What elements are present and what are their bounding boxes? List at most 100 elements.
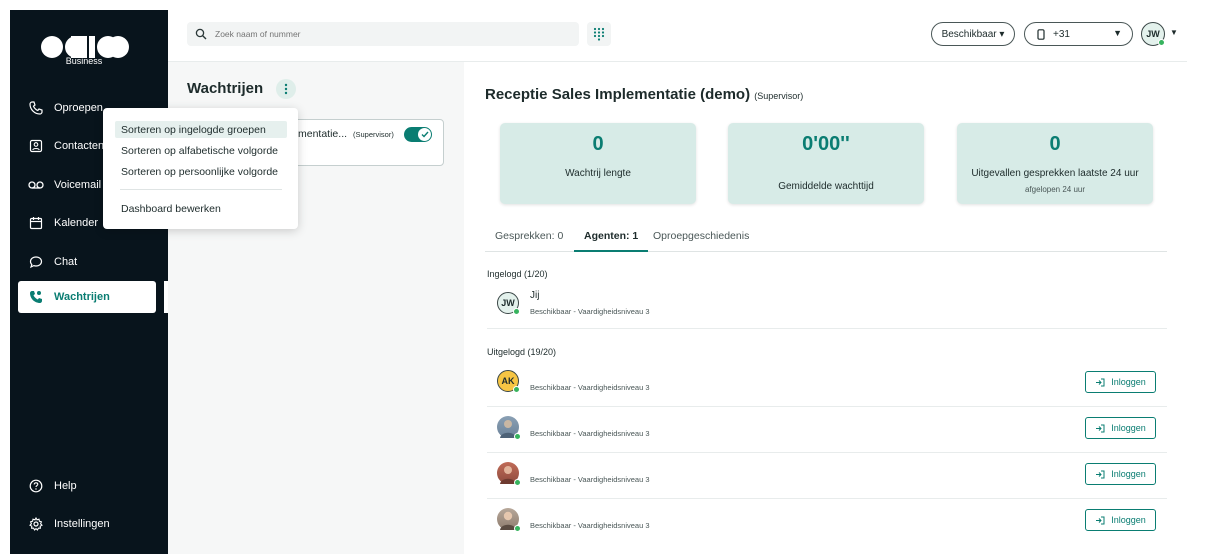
calendar-icon [28, 215, 44, 231]
agent-status: Beschikbaar - Vaardigheidsniveau 3 [530, 429, 650, 438]
sidebar-item-label: Instellingen [54, 518, 110, 530]
detail-tabs: Gesprekken: 0 Agenten: 1 Oproepgeschiede… [485, 226, 1167, 252]
menu-item-sort-alphabetical[interactable]: Sorteren op alfabetische volgorde [115, 142, 287, 159]
queue-detail-title: Receptie Sales Implementatie (demo) (Sup… [485, 86, 803, 103]
agent-photo-avatar [497, 508, 521, 532]
phone-icon [28, 100, 44, 116]
dialpad-button[interactable] [587, 22, 611, 46]
sidebar-item-label: Help [54, 480, 77, 492]
login-button-label: Inloggen [1111, 469, 1146, 479]
sort-dropdown-menu: Sorteren op ingelogde groepen Sorteren o… [103, 108, 298, 229]
agent-avatar: JW [497, 292, 520, 315]
queue-options-button[interactable] [276, 79, 296, 99]
toggle-knob [418, 128, 431, 141]
mobile-phone-icon [1037, 28, 1045, 40]
stat-card-queue-length: 0 Wachtrij lengte [500, 123, 696, 204]
user-menu-chevron-icon[interactable]: ▼ [1170, 28, 1178, 37]
gear-icon [28, 516, 44, 532]
voicemail-icon [28, 177, 44, 193]
agent-status: Beschikbaar - Vaardigheidsniveau 3 [530, 475, 650, 484]
help-icon [28, 478, 44, 494]
sidebar-item-chat[interactable]: Chat [18, 246, 156, 278]
menu-divider [120, 189, 282, 190]
stat-sub: afgelopen 24 uur [1024, 185, 1086, 194]
sidebar-item-instellingen[interactable]: Instellingen [18, 508, 156, 540]
user-avatar[interactable]: JW [1141, 22, 1165, 46]
stat-card-dropped-calls: 0 Uitgevallen gesprekken laatste 24 uur … [957, 123, 1153, 204]
phone-number-value: +31 [1053, 28, 1070, 40]
sidebar-item-label: Contacten [54, 140, 105, 152]
menu-item-sort-logged-in[interactable]: Sorteren op ingelogde groepen [115, 121, 287, 138]
online-status-dot [513, 386, 520, 393]
contact-card-icon [28, 138, 44, 154]
stat-value: 0 [1049, 133, 1061, 155]
sidebar-item-label: Wachtrijen [54, 291, 110, 303]
menu-item-sort-personal[interactable]: Sorteren op persoonlijke volgorde [115, 163, 287, 180]
online-status-dot [514, 525, 521, 532]
logged-in-section-label: Ingelogd (1/20) [487, 269, 548, 279]
logged-out-section-label: Uitgelogd (19/20) [487, 347, 557, 357]
login-button[interactable]: Inloggen [1085, 417, 1156, 439]
queue-name: mentatie... [298, 128, 348, 140]
chevron-down-icon: ▼ [1113, 28, 1122, 38]
online-status-dot [514, 479, 521, 486]
sidebar-item-label: Chat [54, 256, 78, 268]
user-initials: JW [1146, 29, 1160, 39]
agent-status: Beschikbaar - Vaardigheidsniveau 3 [530, 521, 650, 530]
stat-card-avg-wait: 0'00'' Gemiddelde wachttijd [728, 123, 924, 204]
agent-row: Beschikbaar - Vaardigheidsniveau 3 Inlog… [487, 499, 1167, 545]
login-icon [1096, 470, 1105, 478]
queue-detail-role: (Supervisor) [754, 91, 804, 101]
agent-initials: AK [501, 376, 515, 386]
queue-role: (Supervisor) [353, 130, 394, 139]
online-status-dot [1158, 39, 1165, 46]
collapse-sidebar-button[interactable]: ‹ [162, 30, 178, 54]
queue-phone-icon [28, 289, 44, 305]
login-button[interactable]: Inloggen [1085, 371, 1156, 393]
logo-subtitle: Business [65, 56, 103, 66]
agent-photo-avatar [497, 462, 521, 486]
stat-label: Gemiddelde wachttijd [778, 181, 874, 192]
login-button-label: Inloggen [1111, 377, 1146, 387]
search-bar[interactable] [187, 22, 579, 46]
login-button[interactable]: Inloggen [1085, 509, 1156, 531]
agent-row: Beschikbaar - Vaardigheidsniveau 3 Inlog… [487, 453, 1167, 499]
search-input[interactable] [215, 29, 555, 39]
agent-photo-avatar [497, 416, 521, 440]
sidebar-item-wachtrijen[interactable]: Wachtrijen [18, 281, 156, 313]
menu-item-edit-dashboard[interactable]: Dashboard bewerken [115, 200, 287, 217]
tab-gesprekken[interactable]: Gesprekken: 0 [495, 230, 563, 252]
queues-title: Wachtrijen [187, 80, 264, 97]
stat-label: Uitgevallen gesprekken laatste 24 uur [971, 168, 1139, 179]
login-button-label: Inloggen [1111, 423, 1146, 433]
online-status-dot [513, 308, 520, 315]
queue-toggle[interactable] [404, 127, 432, 142]
agent-initials: JW [501, 298, 515, 308]
chat-icon [28, 254, 44, 270]
check-icon [421, 131, 429, 138]
tab-agenten[interactable]: Agenten: 1 [574, 230, 649, 252]
availability-status-dropdown[interactable]: Beschikbaar ▾ [931, 22, 1015, 46]
stat-label: Wachtrij lengte [565, 168, 631, 179]
phone-number-select[interactable]: +31 ▼ [1024, 22, 1133, 46]
odido-logo [41, 36, 129, 58]
agent-row: AK Beschikbaar - Vaardigheidsniveau 3 In… [487, 361, 1167, 407]
agent-row: JW Jij Beschikbaar - Vaardigheidsniveau … [487, 283, 1167, 329]
agent-row: Beschikbaar - Vaardigheidsniveau 3 Inlog… [487, 407, 1167, 453]
sidebar-item-label: Kalender [54, 217, 99, 229]
stat-value: 0 [592, 133, 604, 155]
agent-status: Beschikbaar - Vaardigheidsniveau 3 [530, 383, 650, 392]
login-icon [1096, 378, 1105, 386]
sidebar-item-label: Voicemail [54, 179, 102, 191]
login-icon [1096, 424, 1105, 432]
login-button[interactable]: Inloggen [1085, 463, 1156, 485]
agent-name: Jij [530, 290, 540, 301]
sidebar-item-help[interactable]: Help [18, 470, 156, 502]
sidebar: Business ‹ Oproepen Contacten Voicemail … [10, 10, 172, 554]
queue-detail-name: Receptie Sales Implementatie (demo) [485, 86, 751, 103]
stat-value: 0'00'' [802, 133, 850, 155]
agent-avatar: AK [497, 370, 520, 393]
tab-oproepgeschiedenis[interactable]: Oproepgeschiedenis [653, 230, 749, 252]
login-icon [1096, 516, 1105, 524]
dialpad-icon [593, 27, 605, 41]
